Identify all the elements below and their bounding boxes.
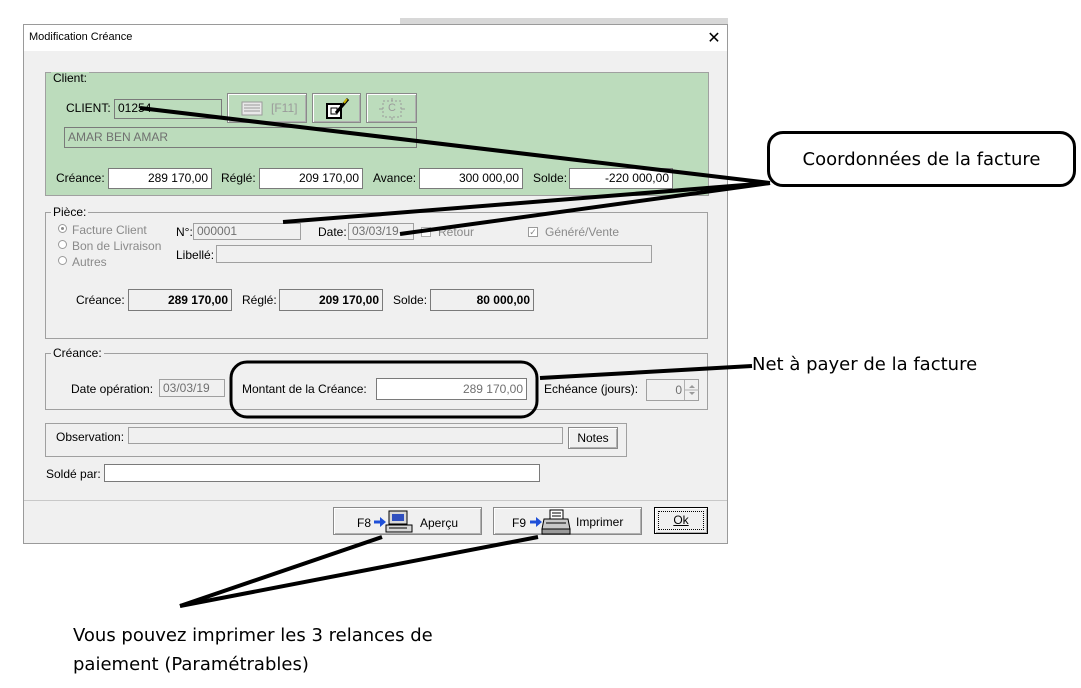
montant-creance-label: Montant de la Créance: <box>242 382 367 396</box>
piece-regle-label: Réglé: <box>242 293 277 307</box>
apercu-shortcut: F8 <box>357 516 372 530</box>
client-code-label: CLIENT: <box>66 101 111 115</box>
radio-autres[interactable] <box>58 256 67 265</box>
radio-bon-de-livraison-label: Bon de Livraison <box>72 239 162 253</box>
apercu-button[interactable]: F8 Aperçu <box>333 507 482 535</box>
annotation-relances-line1: Vous pouvez imprimer les 3 relances de <box>73 625 433 646</box>
annotation-relances-line2: paiement (Paramétrables) <box>73 654 309 675</box>
edit-pencil-icon <box>326 98 350 119</box>
footer-separator <box>24 500 727 501</box>
window-title: Modification Créance <box>29 31 133 43</box>
libelle-label: Libellé: <box>176 248 215 262</box>
retour-checkbox[interactable] <box>421 227 431 237</box>
observation-label: Observation: <box>56 430 125 444</box>
close-icon[interactable]: ✕ <box>706 28 722 48</box>
creance-group-legend: Créance: <box>51 346 104 360</box>
ok-label: Ok <box>658 511 704 530</box>
client-avance-label: Avance: <box>373 171 417 185</box>
genere-vente-checkbox[interactable]: ✓ <box>528 227 538 237</box>
client-creance-label: Créance: <box>56 171 105 185</box>
retour-label: Retour <box>438 225 475 239</box>
client-list-f11-button[interactable]: [F11] <box>227 93 307 123</box>
client-c-button[interactable]: C <box>366 93 417 123</box>
piece-group-legend: Pièce: <box>51 205 89 219</box>
computer-preview-icon <box>385 510 413 533</box>
piece-creance-field[interactable]: 289 170,00 <box>128 289 232 311</box>
pointer-line-apercu <box>179 535 383 608</box>
callout-coordonnees: Coordonnées de la facture <box>767 131 1076 187</box>
client-regle-label: Réglé: <box>221 171 256 185</box>
client-solde-field[interactable]: -220 000,00 <box>569 168 673 189</box>
radio-autres-label: Autres <box>72 255 107 269</box>
date-operation-field[interactable]: 03/03/19 <box>159 379 225 397</box>
client-group-legend: Client: <box>51 71 90 85</box>
imprimer-label: Imprimer <box>576 515 624 529</box>
observation-field[interactable] <box>128 427 563 444</box>
piece-solde-label: Solde: <box>393 293 428 307</box>
pointer-line-imprimer <box>179 535 539 608</box>
genere-vente-label: Généré/Vente <box>545 225 620 239</box>
echeance-spin-buttons[interactable] <box>684 380 699 400</box>
annotation-net-a-payer: Net à payer de la facture <box>752 354 978 375</box>
piece-date-label: Date: <box>318 225 347 239</box>
libelle-field[interactable] <box>216 245 652 263</box>
echeance-label: Echéance (jours): <box>544 382 639 396</box>
date-operation-label: Date opération: <box>71 382 154 396</box>
radio-facture-client[interactable] <box>58 224 67 233</box>
imprimer-button[interactable]: F9 Imprimer <box>493 507 642 535</box>
piece-solde-field[interactable]: 80 000,00 <box>430 289 534 311</box>
piece-date-field[interactable]: 03/03/19 <box>348 223 414 240</box>
piece-num-field[interactable]: 000001 <box>193 223 301 240</box>
solde-par-label: Soldé par: <box>46 467 101 481</box>
callout-coordonnees-text: Coordonnées de la facture <box>802 148 1041 170</box>
keyboard-icon <box>241 101 263 116</box>
client-code-input[interactable]: 01254 <box>114 99 222 119</box>
client-name-field[interactable]: AMAR BEN AMAR <box>64 127 417 148</box>
ok-button[interactable]: Ok <box>654 507 708 534</box>
edit-client-button[interactable] <box>312 93 361 123</box>
solde-par-field[interactable] <box>104 464 540 482</box>
client-solde-label: Solde: <box>533 171 568 185</box>
radio-bon-de-livraison[interactable] <box>58 240 67 249</box>
client-regle-field[interactable]: 209 170,00 <box>259 168 363 189</box>
imprimer-shortcut: F9 <box>512 516 527 530</box>
apercu-label: Aperçu <box>420 516 459 530</box>
piece-num-label: N°: <box>176 225 193 239</box>
spin-arrows-icon <box>685 385 699 395</box>
printer-icon <box>541 509 571 535</box>
radio-facture-client-label: Facture Client <box>72 223 147 237</box>
piece-creance-label: Créance: <box>76 293 125 307</box>
montant-creance-input[interactable]: 289 170,00 <box>376 378 527 400</box>
notes-button[interactable]: Notes <box>568 427 618 449</box>
client-creance-field[interactable]: 289 170,00 <box>108 168 212 189</box>
f11-label: [F11] <box>271 101 298 115</box>
client-avance-field[interactable]: 300 000,00 <box>419 168 523 189</box>
c-label: C <box>388 102 396 114</box>
piece-regle-field[interactable]: 209 170,00 <box>279 289 383 311</box>
